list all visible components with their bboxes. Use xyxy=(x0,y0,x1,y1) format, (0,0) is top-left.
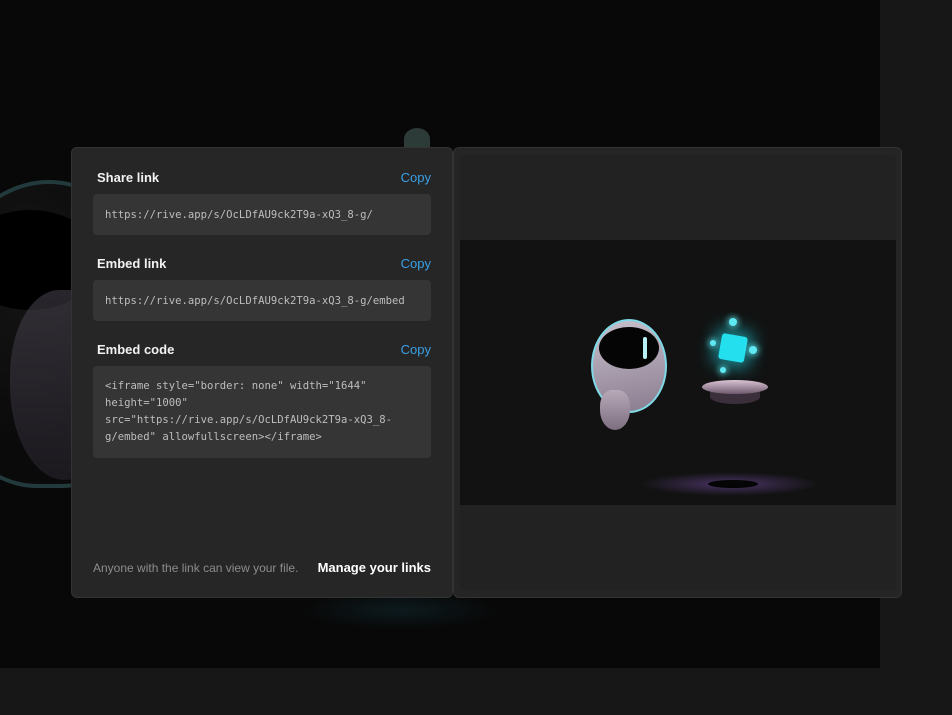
orb-icon xyxy=(710,340,716,346)
animation-preview[interactable] xyxy=(460,240,896,505)
copy-share-link-button[interactable]: Copy xyxy=(401,170,431,185)
orb-icon xyxy=(749,346,757,354)
manage-links-button[interactable]: Manage your links xyxy=(318,560,431,575)
embed-code-title: Embed code xyxy=(97,341,175,357)
robot-tail xyxy=(600,390,630,430)
share-permission-note: Anyone with the link can view your file. xyxy=(93,561,299,575)
copy-embed-code-button[interactable]: Copy xyxy=(401,342,431,357)
share-link-title: Share link xyxy=(97,169,160,185)
embed-link-header: Embed link Copy xyxy=(97,254,431,272)
robot-visor xyxy=(599,327,659,369)
orb-icon xyxy=(729,318,737,326)
share-link-header: Share link Copy xyxy=(97,168,431,186)
glowing-cube-icon xyxy=(717,332,749,364)
embed-link-field[interactable]: https://rive.app/s/OcLDfAU9ck2T9a-xQ3_8-… xyxy=(93,280,431,321)
share-dialog: Share link Copy https://rive.app/s/OcLDf… xyxy=(71,147,902,598)
share-link-field[interactable]: https://rive.app/s/OcLDfAU9ck2T9a-xQ3_8-… xyxy=(93,194,431,235)
share-panel: Share link Copy https://rive.app/s/OcLDf… xyxy=(71,147,453,598)
pedestal xyxy=(702,380,768,394)
robot-eye xyxy=(643,337,647,359)
preview-frame xyxy=(460,155,896,590)
embed-link-title: Embed link xyxy=(97,255,167,271)
preview-panel xyxy=(453,147,902,598)
orb-icon xyxy=(720,367,726,373)
copy-embed-link-button[interactable]: Copy xyxy=(401,256,431,271)
embed-code-header: Embed code Copy xyxy=(97,340,431,358)
embed-code-field[interactable]: <iframe style="border: none" width="1644… xyxy=(93,366,431,458)
floor-shadow xyxy=(708,480,758,488)
